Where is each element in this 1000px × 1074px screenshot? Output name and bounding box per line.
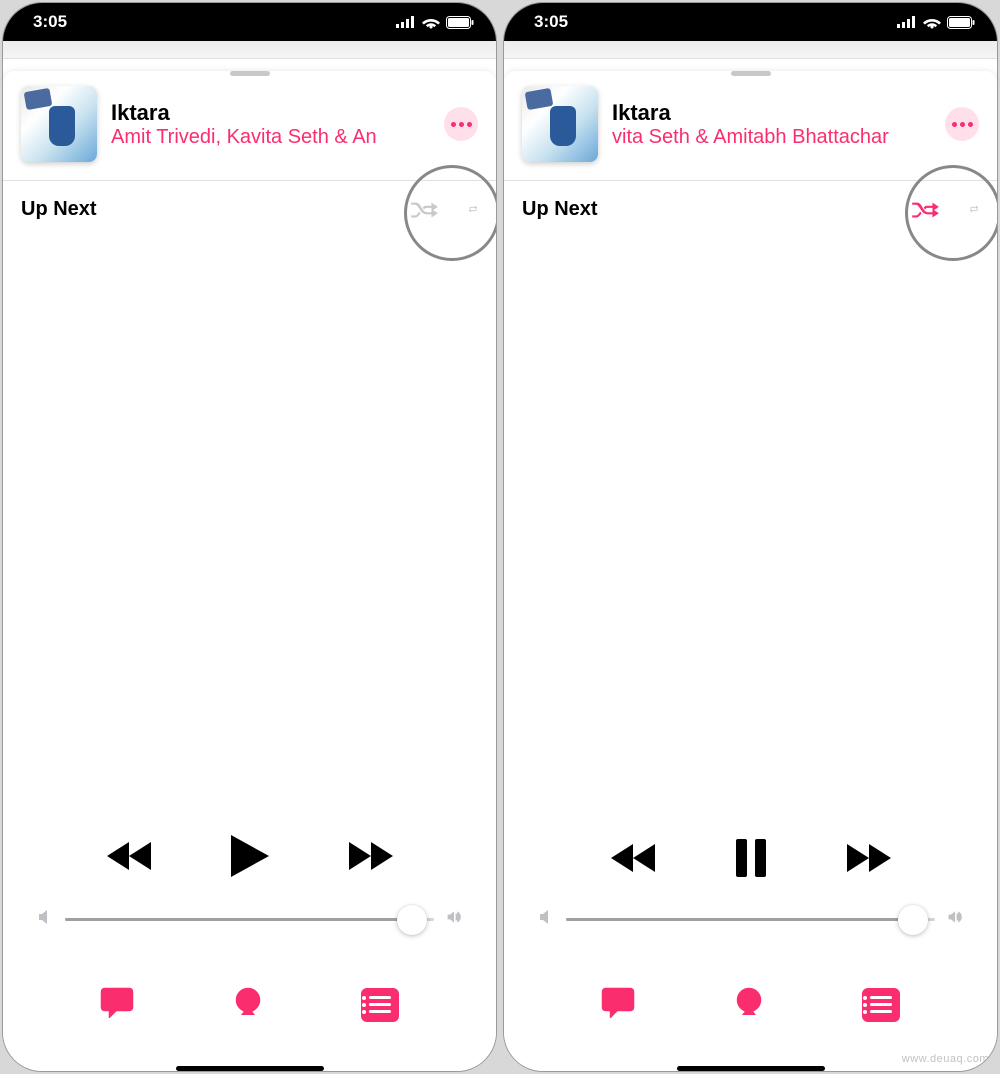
bottom-actions (3, 986, 496, 1023)
album-art[interactable] (21, 86, 97, 162)
pause-button[interactable] (733, 837, 769, 879)
next-button[interactable] (347, 840, 393, 872)
volume-track[interactable] (65, 918, 434, 921)
status-indicators (897, 16, 975, 29)
queue-button[interactable] (361, 988, 399, 1022)
next-button[interactable] (845, 842, 891, 874)
cellular-icon (897, 16, 917, 28)
airplay-button[interactable] (732, 986, 766, 1023)
play-button[interactable] (229, 833, 271, 879)
queue-button[interactable] (862, 988, 900, 1022)
more-button[interactable] (444, 107, 478, 141)
sheet-grabber[interactable] (230, 71, 270, 76)
track-title: Iktara (111, 100, 430, 126)
sheet-backdrop (3, 41, 496, 59)
previous-button[interactable] (107, 840, 153, 872)
status-bar: 3:05 (504, 3, 997, 41)
up-next-header: Up Next (3, 181, 496, 223)
lyrics-button[interactable] (100, 986, 134, 1023)
volume-low-icon (37, 908, 53, 931)
album-art[interactable] (522, 86, 598, 162)
home-indicator[interactable] (677, 1066, 825, 1071)
volume-thumb[interactable] (397, 905, 427, 935)
track-info: Iktara vita Seth & Amitabh Bhattachar (612, 100, 931, 149)
up-next-label: Up Next (522, 198, 598, 221)
now-playing-sheet: Iktara vita Seth & Amitabh Bhattachar Up… (504, 71, 997, 1072)
shuffle-button[interactable] (408, 195, 440, 223)
airplay-button[interactable] (231, 986, 265, 1023)
more-button[interactable] (945, 107, 979, 141)
lyrics-button[interactable] (601, 986, 635, 1023)
cellular-icon (396, 16, 416, 28)
repeat-button[interactable] (969, 198, 979, 220)
battery-icon (947, 16, 975, 29)
volume-track[interactable] (566, 918, 935, 921)
volume-high-icon (446, 908, 462, 931)
volume-thumb[interactable] (898, 905, 928, 935)
now-playing-row[interactable]: Iktara vita Seth & Amitabh Bhattachar (504, 86, 997, 181)
repeat-button[interactable] (468, 198, 478, 220)
shuffle-button[interactable] (909, 195, 941, 223)
status-indicators (396, 16, 474, 29)
status-time: 3:05 (534, 12, 568, 32)
volume-slider[interactable] (37, 908, 462, 931)
now-playing-row[interactable]: Iktara Amit Trivedi, Kavita Seth & An (3, 86, 496, 181)
track-title: Iktara (612, 100, 931, 126)
sheet-backdrop (504, 41, 997, 59)
volume-high-icon (947, 908, 963, 931)
up-next-label: Up Next (21, 198, 97, 221)
wifi-icon (923, 16, 941, 29)
status-time: 3:05 (33, 12, 67, 32)
phone-screen-right: 3:05 Iktara vita Seth & Amitabh Bhattach… (503, 2, 998, 1072)
track-artist: Amit Trivedi, Kavita Seth & An (111, 126, 430, 149)
previous-button[interactable] (611, 842, 657, 874)
volume-low-icon (538, 908, 554, 931)
status-bar: 3:05 (3, 3, 496, 41)
volume-slider[interactable] (538, 908, 963, 931)
up-next-header: Up Next (504, 181, 997, 223)
phone-screen-left: 3:05 Iktara Amit Trivedi, Kavita Seth & … (2, 2, 497, 1072)
playback-controls (504, 837, 997, 879)
now-playing-sheet: Iktara Amit Trivedi, Kavita Seth & An Up… (3, 71, 496, 1072)
track-info: Iktara Amit Trivedi, Kavita Seth & An (111, 100, 430, 149)
playback-controls (3, 833, 496, 879)
track-artist: vita Seth & Amitabh Bhattachar (612, 126, 931, 149)
home-indicator[interactable] (176, 1066, 324, 1071)
watermark: www.deuaq.com (902, 1053, 989, 1065)
bottom-actions (504, 986, 997, 1023)
sheet-grabber[interactable] (731, 71, 771, 76)
battery-icon (446, 16, 474, 29)
wifi-icon (422, 16, 440, 29)
